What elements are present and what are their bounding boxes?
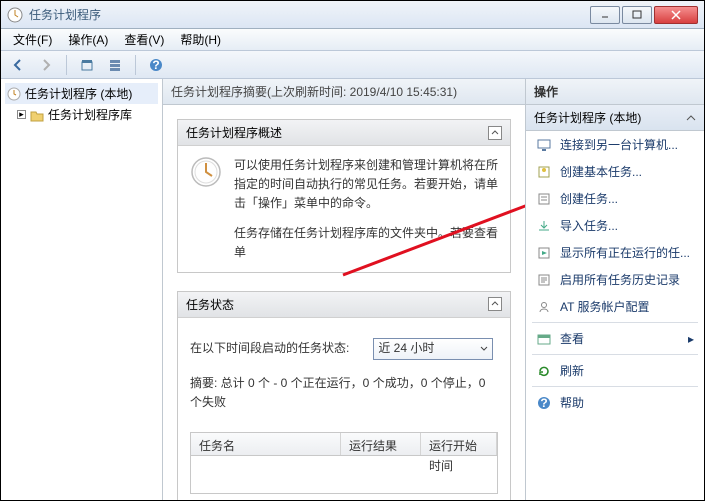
overview-panel: 任务计划程序概述 可以使用任务计划程序来创建和管理计算机将在所指定的时间自动执行… (177, 119, 511, 273)
tree-child-label: 任务计划程序库 (48, 106, 132, 123)
action-item-3[interactable]: 导入任务... (526, 212, 704, 239)
window-title: 任务计划程序 (29, 6, 590, 23)
table-header: 任务名 运行结果 运行开始时间 (190, 432, 498, 456)
import-icon (536, 218, 552, 234)
collapse-button[interactable] (488, 126, 502, 140)
svg-text:?: ? (152, 58, 159, 72)
action-item-0[interactable]: 连接到另一台计算机... (526, 131, 704, 158)
action-item-1[interactable]: 创建基本任务... (526, 158, 704, 185)
large-clock-icon (190, 156, 222, 188)
account-icon (536, 299, 552, 315)
running-icon (536, 245, 552, 261)
forward-button[interactable] (35, 54, 57, 76)
action-help[interactable]: ? 帮助 (526, 389, 704, 416)
app-icon (7, 7, 23, 23)
status-label: 在以下时间段启动的任务状态: (190, 339, 349, 358)
history-icon (536, 272, 552, 288)
folder-icon (30, 108, 44, 122)
action-view[interactable]: 查看 ▸ (526, 325, 704, 352)
collapse-button-2[interactable] (488, 297, 502, 311)
overview-text-1: 可以使用任务计划程序来创建和管理计算机将在所指定的时间自动执行的常见任务。若要开… (234, 156, 498, 214)
chevron-down-icon (480, 345, 488, 353)
tree-root-label: 任务计划程序 (本地) (25, 85, 132, 102)
actions-title: 操作 (526, 79, 704, 105)
tree-child[interactable]: ▸ 任务计划程序库 (5, 104, 158, 125)
status-summary: 摘要: 总计 0 个 - 0 个正在运行，0 个成功，0 个停止，0 个失败 (190, 374, 498, 412)
svg-text:?: ? (540, 396, 547, 410)
menu-bar: 文件(F) 操作(A) 查看(V) 帮助(H) (1, 29, 704, 51)
overview-text-2a: 任务存储在任务计划程序库的文件夹中。若要查看单 (234, 224, 498, 262)
timeframe-combo[interactable]: 近 24 小时 (373, 338, 493, 360)
status-title: 任务状态 (186, 296, 234, 313)
wizard-icon (536, 164, 552, 180)
action-item-5[interactable]: 启用所有任务历史记录 (526, 266, 704, 293)
chevron-up-icon (686, 113, 696, 123)
summary-header: 任务计划程序摘要(上次刷新时间: 2019/4/10 15:45:31) (163, 79, 525, 105)
action-item-2[interactable]: 创建任务... (526, 185, 704, 212)
minimize-button[interactable] (590, 6, 620, 24)
computer-icon (536, 137, 552, 153)
status-panel: 任务状态 在以下时间段启动的任务状态: 近 24 小时 摘要: 总计 0 个 -… (177, 291, 511, 500)
menu-action[interactable]: 操作(A) (60, 29, 116, 50)
action-refresh[interactable]: 刷新 (526, 357, 704, 384)
actions-panel: 操作 任务计划程序 (本地) 连接到另一台计算机...创建基本任务...创建任务… (526, 79, 704, 500)
tree-panel: 任务计划程序 (本地) ▸ 任务计划程序库 (1, 79, 163, 500)
menu-view[interactable]: 查看(V) (116, 29, 172, 50)
view-icon (536, 331, 552, 347)
col-start[interactable]: 运行开始时间 (421, 433, 497, 455)
refresh-icon (536, 363, 552, 379)
toolbar-icon-2[interactable] (104, 54, 126, 76)
tree-root[interactable]: 任务计划程序 (本地) (5, 83, 158, 104)
help-icon[interactable]: ? (145, 54, 167, 76)
center-panel: 任务计划程序摘要(上次刷新时间: 2019/4/10 15:45:31) 任务计… (163, 79, 526, 500)
combo-value: 近 24 小时 (378, 339, 434, 358)
title-bar: 任务计划程序 (1, 1, 704, 29)
col-name[interactable]: 任务名 (191, 433, 341, 455)
task-icon (536, 191, 552, 207)
clock-icon (7, 87, 21, 101)
toolbar: ? (1, 51, 704, 79)
action-item-4[interactable]: 显示所有正在运行的任... (526, 239, 704, 266)
actions-subtitle: 任务计划程序 (本地) (526, 105, 704, 131)
help-icon: ? (536, 395, 552, 411)
overview-title: 任务计划程序概述 (186, 124, 282, 141)
action-item-6[interactable]: AT 服务帐户配置 (526, 293, 704, 320)
maximize-button[interactable] (622, 6, 652, 24)
menu-file[interactable]: 文件(F) (5, 29, 60, 50)
expand-icon[interactable]: ▸ (17, 110, 26, 119)
close-button[interactable] (654, 6, 698, 24)
toolbar-icon-1[interactable] (76, 54, 98, 76)
back-button[interactable] (7, 54, 29, 76)
col-result[interactable]: 运行结果 (341, 433, 421, 455)
menu-help[interactable]: 帮助(H) (172, 29, 229, 50)
